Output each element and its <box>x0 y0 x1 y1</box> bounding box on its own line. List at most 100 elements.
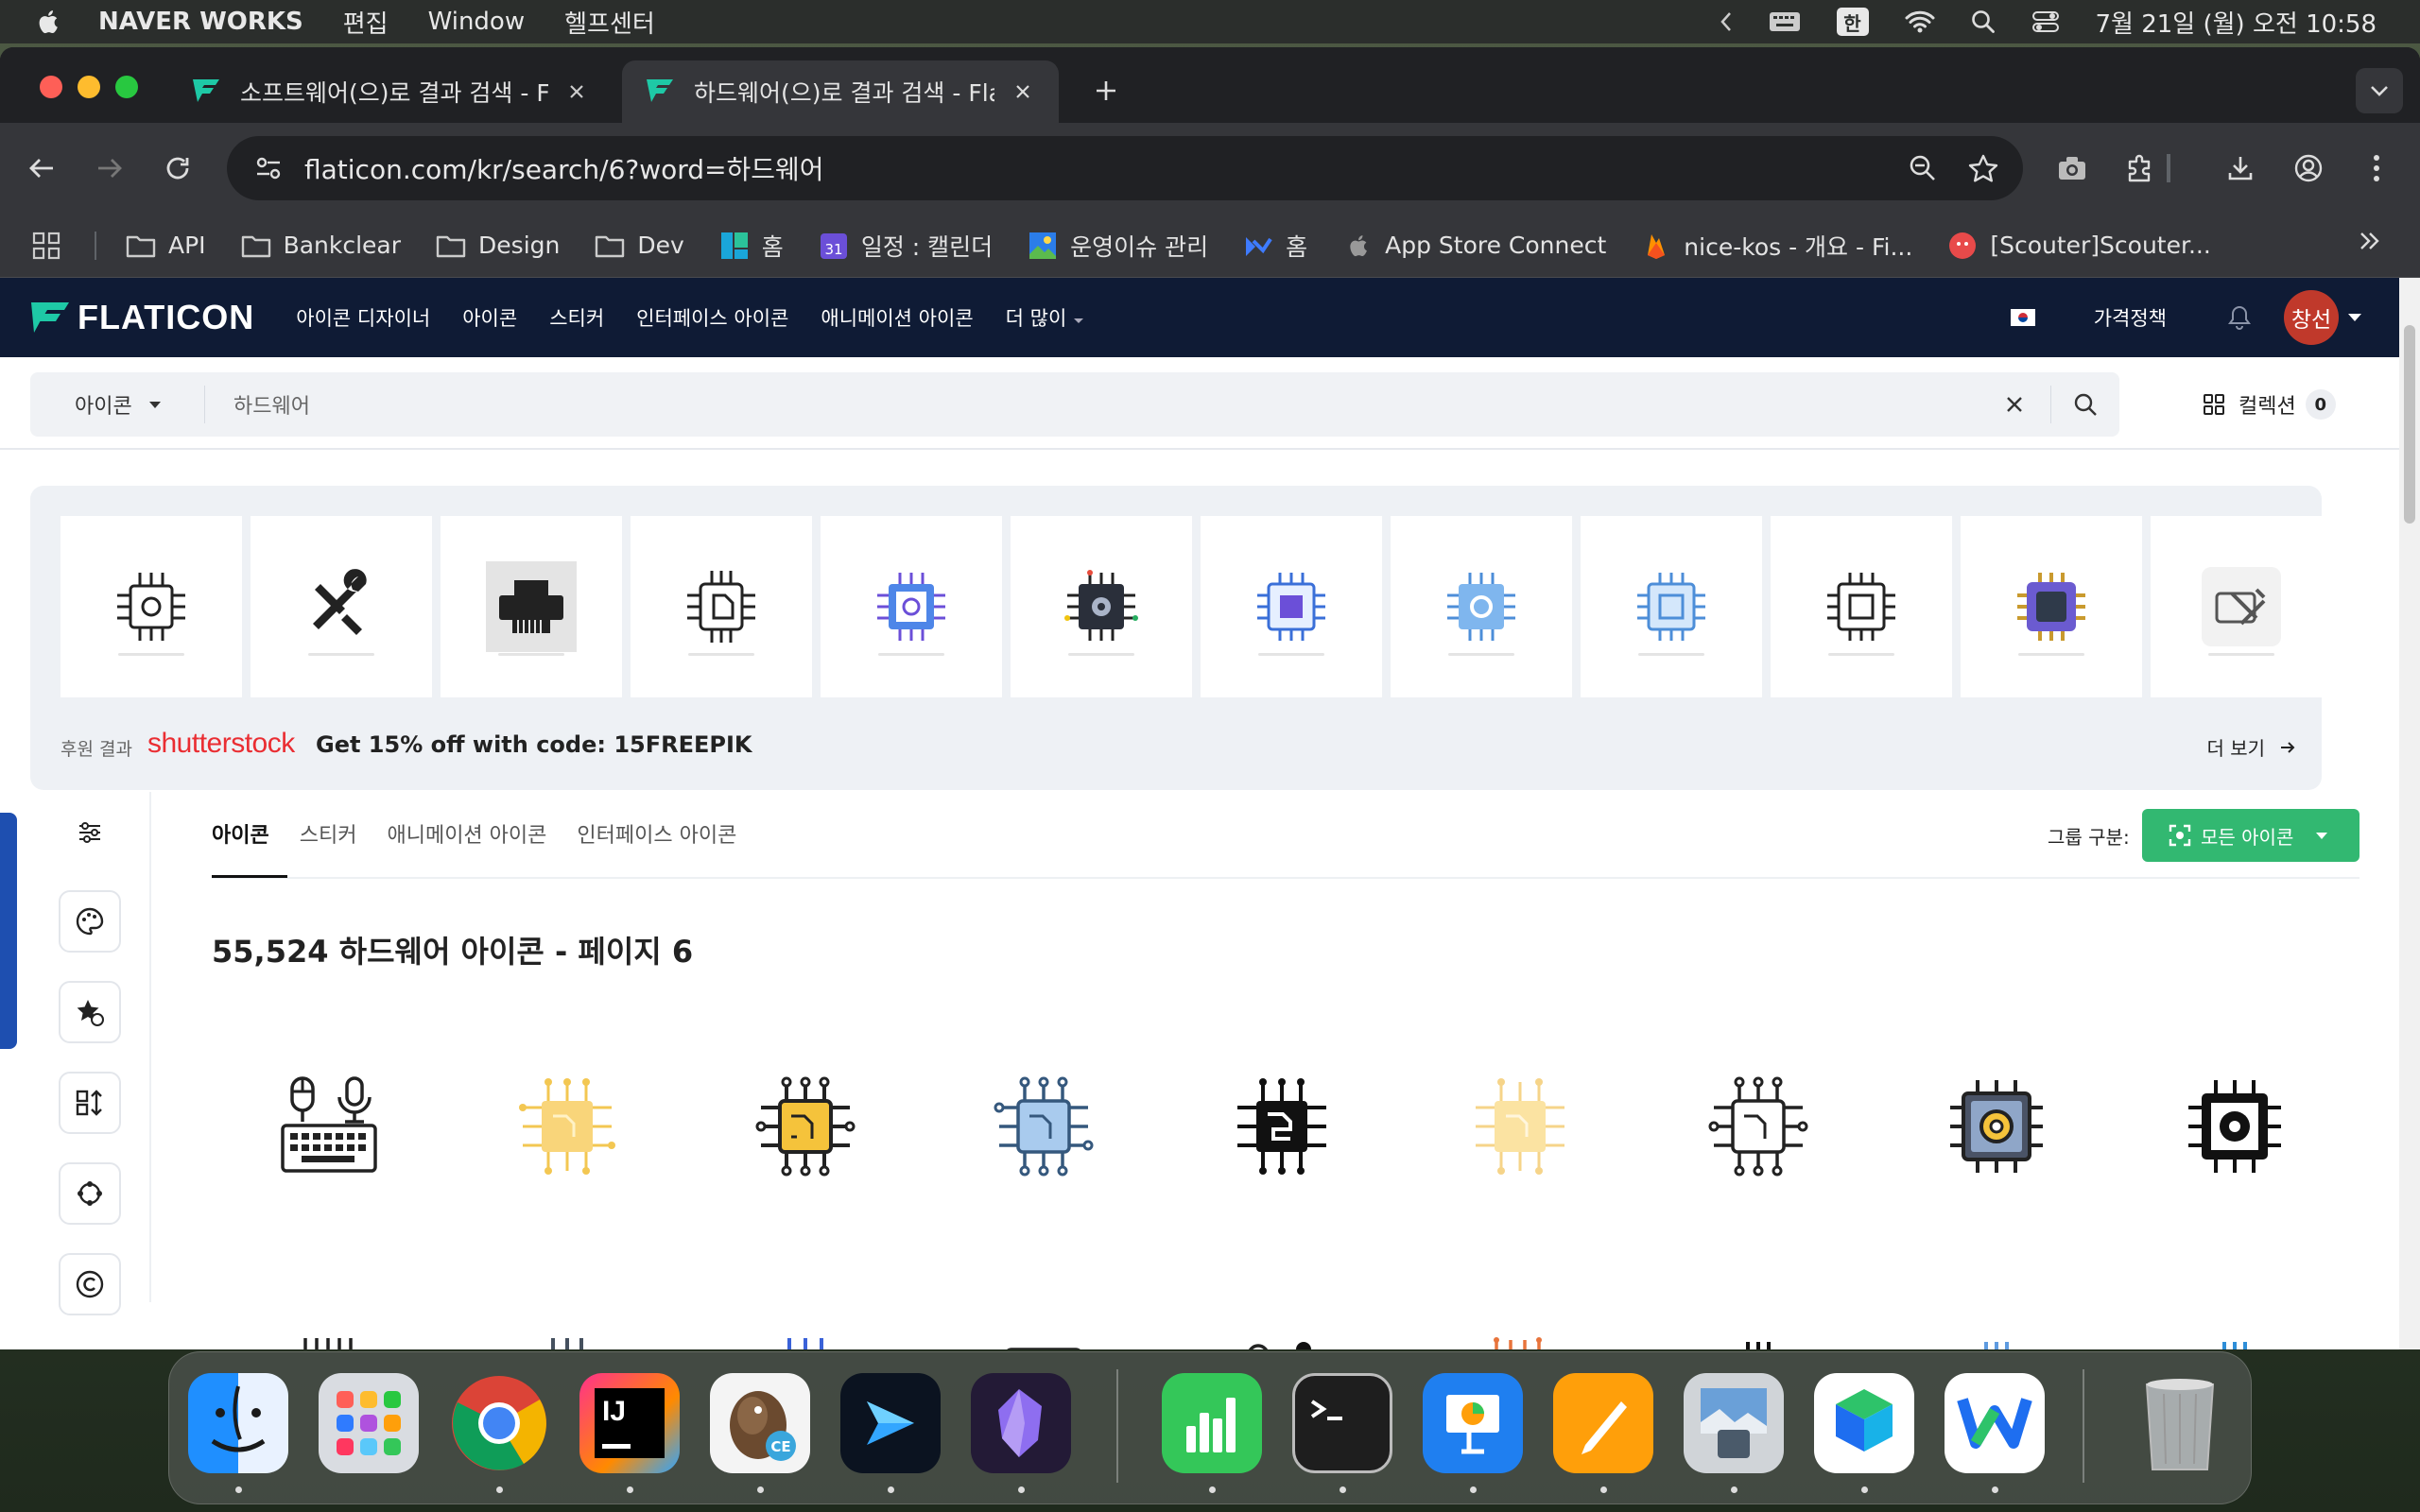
result-icon[interactable] <box>2178 1070 2291 1183</box>
obsidian-icon[interactable] <box>971 1373 1071 1473</box>
bookmark-folder-api[interactable]: API <box>125 232 206 260</box>
scrollbar-thumb[interactable] <box>2404 325 2415 524</box>
intellij-icon[interactable]: IJ <box>579 1373 680 1473</box>
tab-stickers[interactable]: 스티커 <box>300 818 357 849</box>
bookmark-calendar[interactable]: 31 일정 : 캘린더 <box>818 229 993 263</box>
search-input[interactable]: 하드웨어 <box>233 389 1996 420</box>
all-icons-dropdown[interactable]: 모든 아이콘 <box>2142 809 2360 862</box>
sponsored-card[interactable] <box>2151 516 2332 697</box>
nav-interface-icons[interactable]: 인터페이스 아이콘 <box>636 303 788 332</box>
tab-search-chevron-icon[interactable] <box>2356 68 2403 113</box>
menu-help[interactable]: 헬프센터 <box>564 5 655 40</box>
shape-target-icon[interactable] <box>59 1162 121 1225</box>
result-icon[interactable] <box>1225 1308 1339 1349</box>
keynote-icon[interactable] <box>1423 1373 1523 1473</box>
tab-hardware-search[interactable]: 하드웨어(으)로 결과 검색 - Flatic <box>622 60 1059 123</box>
sponsored-card[interactable] <box>1771 516 1952 697</box>
keyboard-icon[interactable] <box>1769 10 1801 33</box>
spotlight-search-icon[interactable] <box>1971 9 1996 34</box>
search-type-select[interactable]: 아이콘 <box>30 386 205 423</box>
site-info-icon[interactable] <box>250 149 287 187</box>
tab-software-search[interactable]: 소프트웨어(으)로 결과 검색 - Flati <box>168 60 613 123</box>
result-icon[interactable] <box>1940 1070 2053 1183</box>
zoom-out-icon[interactable] <box>1900 146 1945 191</box>
bookmark-star-icon[interactable] <box>1961 146 2006 191</box>
nav-pricing[interactable]: 가격정책 <box>2094 303 2167 332</box>
filters-sliders-icon[interactable] <box>59 801 121 864</box>
result-icon[interactable] <box>987 1308 1100 1349</box>
chrome-icon[interactable] <box>449 1373 549 1473</box>
profile-icon[interactable] <box>2286 146 2331 191</box>
clear-search-icon[interactable] <box>1996 386 2033 423</box>
bookmark-folder-bankclear[interactable]: Bankclear <box>240 232 401 260</box>
bookmark-folder-design[interactable]: Design <box>435 232 560 260</box>
sponsored-card[interactable] <box>631 516 812 697</box>
sponsored-card[interactable] <box>251 516 432 697</box>
promo-text[interactable]: Get 15% off with code: 15FREEPIK <box>316 731 752 758</box>
wifi-icon[interactable] <box>1905 10 1935 33</box>
chevron-double-right-icon[interactable] <box>2358 229 2382 259</box>
launchpad-icon[interactable] <box>319 1373 419 1473</box>
result-icon[interactable] <box>987 1070 1100 1183</box>
result-icon[interactable] <box>1225 1070 1339 1183</box>
style-star-icon[interactable] <box>59 981 121 1043</box>
result-icon[interactable] <box>1940 1308 2053 1349</box>
nav-stickers[interactable]: 스티커 <box>549 303 604 332</box>
back-arrow-icon[interactable] <box>19 146 64 191</box>
tab-animated-icons[interactable]: 애니메이션 아이콘 <box>387 818 546 849</box>
preview-icon[interactable] <box>1684 1373 1784 1473</box>
chevron-left-icon[interactable] <box>1720 10 1733 33</box>
see-more-link[interactable]: 더 보기 <box>2206 733 2295 761</box>
naver-works-w-icon[interactable] <box>1945 1373 2045 1473</box>
flaticon-logo[interactable]: FLATICON <box>30 298 254 337</box>
minimize-window-button[interactable] <box>78 76 100 98</box>
page-scrollbar[interactable] <box>2399 278 2420 1349</box>
sponsored-card[interactable] <box>441 516 622 697</box>
result-icon[interactable] <box>749 1070 862 1183</box>
bookmark-folder-dev[interactable]: Dev <box>594 232 684 260</box>
result-icon[interactable] <box>510 1070 624 1183</box>
copyright-license-icon[interactable] <box>59 1253 121 1315</box>
nav-icons[interactable]: 아이콘 <box>462 303 517 332</box>
color-palette-icon[interactable] <box>59 890 121 953</box>
result-icon[interactable] <box>272 1308 386 1349</box>
swift-app-icon[interactable] <box>840 1373 941 1473</box>
result-icon[interactable] <box>2178 1308 2291 1349</box>
forward-arrow-icon[interactable] <box>87 146 132 191</box>
search-icon[interactable] <box>2051 372 2119 437</box>
camera-icon[interactable] <box>2049 146 2095 191</box>
sponsored-card[interactable] <box>821 516 1002 697</box>
sponsored-card[interactable] <box>1391 516 1572 697</box>
sort-order-icon[interactable] <box>59 1072 121 1134</box>
result-icon[interactable] <box>749 1308 862 1349</box>
collection-button[interactable]: 컬렉션 0 <box>2203 389 2336 420</box>
naver-works-cube-icon[interactable] <box>1814 1373 1914 1473</box>
nav-more[interactable]: 더 많이 <box>1006 303 1084 332</box>
caret-down-icon[interactable] <box>2348 314 2361 321</box>
nav-animated-icons[interactable]: 애니메이션 아이콘 <box>821 303 973 332</box>
close-tab-icon[interactable] <box>563 78 590 105</box>
result-icon[interactable] <box>510 1308 624 1349</box>
apple-icon[interactable] <box>36 8 60 36</box>
result-icon[interactable] <box>272 1070 386 1183</box>
menu-edit[interactable]: 편집 <box>343 5 389 40</box>
more-menu-icon[interactable] <box>2354 146 2399 191</box>
menu-clock[interactable]: 7월 21일 (월) 오전 10:58 <box>2096 5 2377 40</box>
tab-icons[interactable]: 아이콘 <box>212 818 269 849</box>
bookmark-home-board[interactable]: 홈 <box>718 229 784 263</box>
nav-icon-designer[interactable]: 아이콘 디자이너 <box>296 303 430 332</box>
reload-icon[interactable] <box>155 146 200 191</box>
close-tab-icon[interactable] <box>1010 78 1036 105</box>
result-icon[interactable] <box>1702 1308 1815 1349</box>
zoom-window-button[interactable] <box>115 76 138 98</box>
result-icon[interactable] <box>1702 1070 1815 1183</box>
sponsored-card[interactable] <box>60 516 242 697</box>
finder-icon[interactable] <box>188 1373 288 1473</box>
input-method-indicator[interactable]: 한 <box>1836 8 1869 36</box>
korea-flag-icon[interactable] <box>2010 309 2035 326</box>
new-tab-icon[interactable] <box>1087 72 1125 110</box>
menu-window[interactable]: Window <box>428 8 526 36</box>
extensions-puzzle-icon[interactable] <box>2118 146 2163 191</box>
control-center-icon[interactable] <box>2031 9 2060 34</box>
trash-icon[interactable] <box>2130 1373 2230 1473</box>
